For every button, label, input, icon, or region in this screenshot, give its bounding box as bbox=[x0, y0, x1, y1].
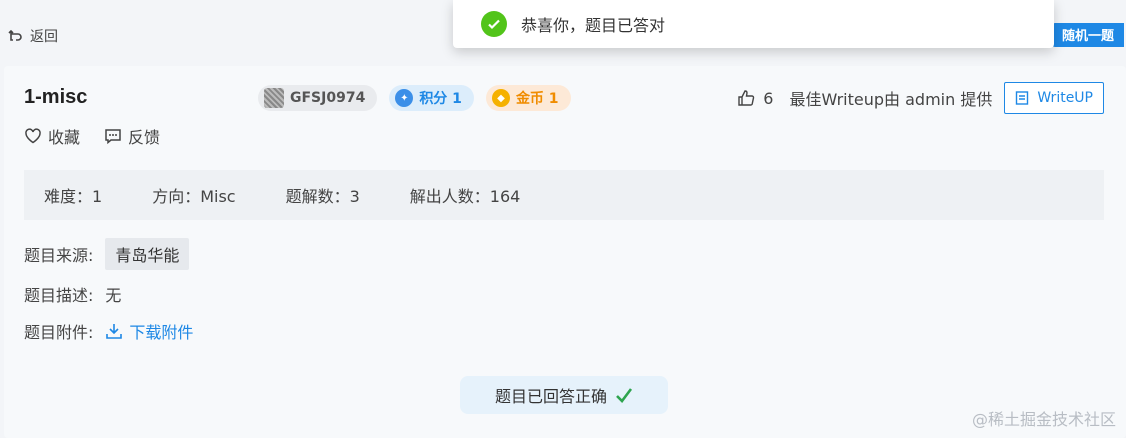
download-attachment-link[interactable]: 下载附件 bbox=[105, 319, 193, 343]
source-field: 题目来源: 青岛华能 bbox=[24, 238, 190, 270]
download-label: 下载附件 bbox=[129, 323, 194, 342]
challenge-id-tag: GFSJ0974 bbox=[258, 85, 378, 111]
description-label: 题目描述: bbox=[24, 286, 94, 305]
checkmark-icon bbox=[616, 388, 633, 403]
feedback-button[interactable]: 反馈 bbox=[104, 124, 160, 148]
favorite-button[interactable]: 收藏 bbox=[24, 124, 80, 148]
gold-tag: ◆ 金币 1 bbox=[485, 85, 571, 111]
solutions-stat: 题解数：3 bbox=[285, 187, 360, 206]
writeup-info: 6 最佳Writeup由 admin 提供 WriteUP bbox=[737, 82, 1104, 114]
feedback-icon bbox=[105, 129, 121, 145]
like-count: 6 bbox=[763, 88, 774, 108]
source-value: 青岛华能 bbox=[105, 238, 190, 270]
toast-message: 恭喜你，题目已答对 bbox=[521, 16, 666, 35]
favorite-label: 收藏 bbox=[48, 128, 81, 147]
attachment-label: 题目附件: bbox=[24, 323, 94, 342]
description-field: 题目描述: 无 bbox=[24, 282, 121, 306]
watermark: @稀土掘金技术社区 bbox=[971, 410, 1116, 429]
gold-coin-icon: ◆ bbox=[491, 89, 510, 107]
score-icon: ✦ bbox=[395, 89, 414, 107]
random-challenge-button[interactable]: 随机一题 bbox=[1052, 23, 1124, 47]
success-toast: 恭喜你，题目已答对 bbox=[453, 0, 1054, 48]
challenge-tags: GFSJ0974 ✦ 积分 1 ◆ 金币 1 bbox=[258, 85, 571, 111]
challenge-actions: 收藏 反馈 bbox=[24, 124, 160, 148]
thumbs-up-icon[interactable] bbox=[737, 89, 755, 107]
random-label: 随机一题 bbox=[1061, 29, 1114, 44]
score-tag: ✦ 积分 1 bbox=[389, 85, 474, 111]
answered-status-text: 题目已回答正确 bbox=[494, 387, 607, 406]
challenge-title: 1-misc bbox=[24, 86, 88, 108]
document-icon bbox=[1016, 91, 1029, 105]
description-value: 无 bbox=[105, 286, 122, 305]
gold-value: 金币 1 bbox=[515, 91, 559, 107]
attachment-field: 题目附件: 下载附件 bbox=[24, 319, 193, 343]
back-label: 返回 bbox=[30, 29, 58, 45]
score-value: 积分 1 bbox=[419, 91, 462, 107]
writeup-credit: 最佳Writeup由 admin 提供 bbox=[789, 90, 993, 109]
challenge-id: GFSJ0974 bbox=[290, 90, 366, 106]
writeup-button-label: WriteUP bbox=[1037, 90, 1093, 106]
back-arrow-icon bbox=[8, 29, 22, 41]
challenge-thumb-icon bbox=[264, 88, 284, 108]
answered-status: 题目已回答正确 bbox=[460, 376, 668, 414]
challenge-card: 1-misc GFSJ0974 ✦ 积分 1 ◆ 金币 1 6 最佳Writeu… bbox=[4, 66, 1126, 438]
writeup-button[interactable]: WriteUP bbox=[1004, 82, 1104, 114]
check-circle-icon bbox=[481, 11, 507, 37]
difficulty-stat: 难度：1 bbox=[44, 187, 103, 206]
challenge-stats: 难度：1 方向：Misc 题解数：3 解出人数：164 bbox=[24, 170, 1104, 220]
source-label: 题目来源: bbox=[24, 246, 94, 265]
feedback-label: 反馈 bbox=[128, 128, 161, 147]
solvers-stat: 解出人数：164 bbox=[409, 187, 521, 206]
download-icon bbox=[106, 324, 123, 339]
category-stat: 方向：Misc bbox=[152, 187, 236, 206]
heart-icon bbox=[25, 128, 41, 144]
back-button[interactable]: 返回 bbox=[8, 26, 58, 46]
